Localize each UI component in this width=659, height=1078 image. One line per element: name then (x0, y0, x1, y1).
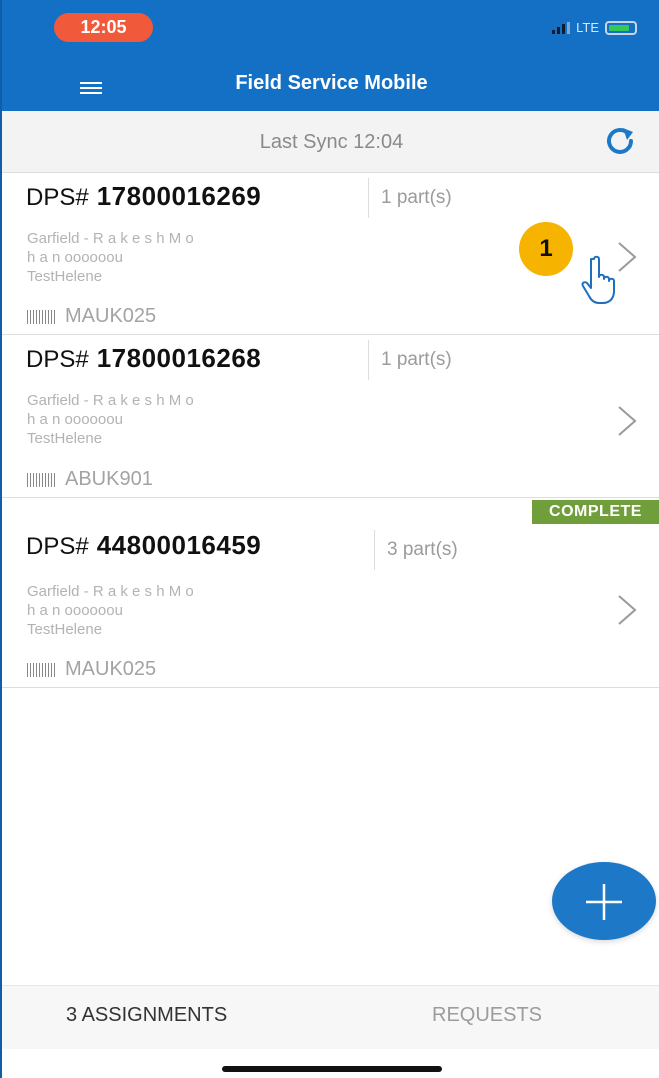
chevron-right-icon[interactable] (615, 592, 639, 628)
address-line: Garfield - R a k e s h M o (27, 583, 194, 600)
page-title: Field Service Mobile (235, 72, 428, 94)
status-time: 12:05 (54, 13, 153, 42)
barcode-icon (27, 662, 57, 677)
dps-number: 17800016269 (96, 181, 262, 211)
address-line: h a n oooooou (27, 411, 123, 428)
add-button[interactable] (552, 862, 656, 940)
pointing-hand-icon (581, 255, 615, 304)
refresh-icon[interactable] (601, 122, 639, 160)
parts-count: 3 part(s) (374, 530, 458, 570)
dps-number: 17800016268 (96, 343, 262, 373)
sync-bar: Last Sync 12:04 (2, 111, 659, 173)
address-line: TestHelene (27, 430, 103, 447)
assignment-card[interactable]: DPS# 17800016268 1 part(s) Garfield - R … (2, 335, 659, 498)
location-code: MAUK025 (65, 658, 157, 680)
address-line: TestHelene (27, 268, 103, 285)
dps-prefix: DPS# (26, 346, 89, 373)
chevron-right-icon[interactable] (615, 403, 639, 439)
barcode-icon (27, 472, 57, 487)
tab-assignments[interactable]: 3 ASSIGNMENTS (66, 1004, 227, 1027)
parts-count: 1 part(s) (368, 178, 452, 218)
bottom-tab-bar: 3 ASSIGNMENTS REQUESTS (2, 985, 659, 1049)
address-line: h a n oooooou (27, 602, 123, 619)
signal-icon (552, 21, 571, 34)
barcode-icon (27, 309, 57, 324)
address-line: Garfield - R a k e s h M o (27, 230, 194, 247)
parts-count: 1 part(s) (368, 340, 452, 380)
step-marker: 1 (519, 222, 573, 276)
dps-number: 44800016459 (96, 530, 262, 560)
dps-prefix: DPS# (26, 533, 89, 560)
tab-requests[interactable]: REQUESTS (432, 1004, 542, 1027)
status-indicators: LTE (552, 20, 637, 35)
assignment-card[interactable]: DPS# 44800016459 3 part(s) Garfield - R … (2, 498, 659, 688)
location-code: ABUK901 (65, 468, 153, 490)
app-header: 12:05 LTE Field Service Mobile (2, 0, 659, 111)
address-line: Garfield - R a k e s h M o (27, 392, 194, 409)
dps-prefix: DPS# (26, 184, 89, 211)
home-indicator (222, 1066, 442, 1072)
status-badge: COMPLETE (532, 500, 659, 524)
address-line: h a n oooooou (27, 249, 123, 266)
battery-icon (605, 20, 637, 35)
plus-icon (586, 884, 622, 920)
address-line: TestHelene (27, 621, 103, 638)
network-label: LTE (576, 20, 599, 35)
last-sync-text: Last Sync 12:04 (259, 131, 404, 153)
app-frame: 12:05 LTE Field Service Mobile Last Sync… (0, 0, 659, 1078)
location-code: MAUK025 (65, 305, 157, 327)
